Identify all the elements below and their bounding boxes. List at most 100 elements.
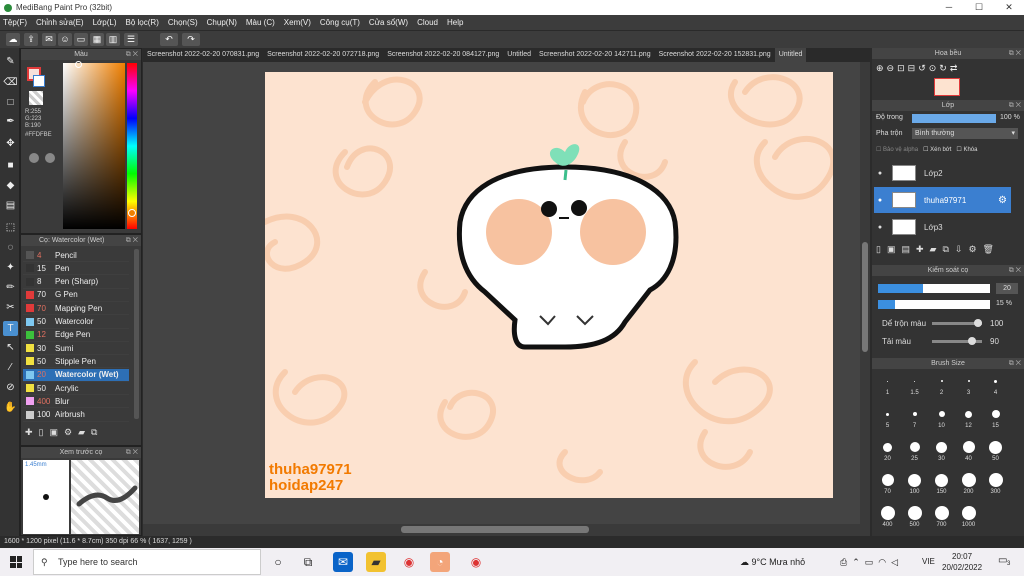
gradient-tool-icon[interactable]: ▤ xyxy=(3,198,18,213)
panel-menu-icon[interactable]: ⧉ ✕ xyxy=(126,447,138,458)
document-tab[interactable]: Screenshot 2022-02-20 084127.png xyxy=(383,48,503,62)
vertical-scrollbar[interactable] xyxy=(860,62,870,536)
new-halftone-layer-icon[interactable]: ▣ xyxy=(887,244,896,255)
divide-tool-icon[interactable]: ⁄ xyxy=(3,360,18,375)
task-view-icon[interactable]: ⧉ xyxy=(298,552,318,572)
layer-settings-icon[interactable]: ⚙ xyxy=(968,244,976,255)
brush-type-icon[interactable]: ▣ xyxy=(50,427,59,438)
brush-size-preset[interactable]: 300 xyxy=(982,468,1009,495)
menu-tools[interactable]: Công cụ(T) xyxy=(320,18,360,27)
duplicate-layer-icon[interactable]: ⧉ xyxy=(942,244,948,255)
brush-list-item[interactable]: 30 Sumi xyxy=(23,342,129,356)
comment-icon[interactable]: ✉ xyxy=(42,33,56,46)
protect-alpha-checkbox[interactable]: ☐ Bảo vệ alpha xyxy=(876,146,918,153)
brush-list-item[interactable]: 50 Watercolor xyxy=(23,316,129,329)
page-icon[interactable]: ▭ xyxy=(74,33,88,46)
document-tab[interactable]: Screenshot 2022-02-20 072718.png xyxy=(263,48,383,62)
layer-row[interactable]: ● Lớp2 xyxy=(874,160,1011,186)
brush-list-item[interactable]: 4 Pencil xyxy=(23,249,129,262)
new-brush-icon[interactable]: ▯ xyxy=(39,427,44,438)
slider-knob[interactable] xyxy=(974,319,982,327)
panel-menu-icon[interactable]: ⧉ ✕ xyxy=(126,49,138,60)
tray-chevron-icon[interactable]: ⌃ xyxy=(852,557,860,568)
brush-list-item[interactable]: 70 G Pen xyxy=(23,289,129,302)
chat-icon[interactable]: ☺ xyxy=(58,33,72,46)
panel-menu-icon[interactable]: ⧉ ✕ xyxy=(1009,100,1021,111)
shape-tool-icon[interactable]: ■ xyxy=(3,158,18,173)
cortana-icon[interactable]: ○ xyxy=(268,552,288,572)
clock[interactable]: 20:07 20/02/2022 xyxy=(942,551,982,573)
brush-size-preset[interactable]: 20 xyxy=(874,435,901,462)
add-layer-menu-icon[interactable]: ✚ xyxy=(916,244,924,255)
document-tab[interactable]: Untitled xyxy=(503,48,535,62)
windows-start-icon[interactable] xyxy=(10,556,22,568)
brush-size-preset[interactable]: 3 xyxy=(955,369,982,396)
brush-size-preset[interactable]: 30 xyxy=(928,435,955,462)
actual-size-icon[interactable]: ⊟ xyxy=(908,63,916,74)
brush-size-preset[interactable]: 15 xyxy=(982,402,1009,429)
brush-list-item[interactable]: 70 Mapping Pen xyxy=(23,302,129,316)
text-tool-icon[interactable]: T xyxy=(3,321,18,336)
file-explorer-icon[interactable]: ▰ xyxy=(366,552,386,572)
drawing-canvas[interactable]: thuha97971 hoidap247 xyxy=(265,72,833,498)
brush-size-value[interactable]: 20 xyxy=(996,283,1018,294)
snap-grid-icon[interactable]: ▥ xyxy=(106,33,120,46)
flip-icon[interactable]: ⇄ xyxy=(950,63,958,74)
eyedropper-icon[interactable]: ⊘ xyxy=(3,380,18,395)
new-8bit-layer-icon[interactable]: ▤ xyxy=(901,244,910,255)
brush-size-preset[interactable]: 50 xyxy=(982,435,1009,462)
brush-settings-icon[interactable]: ⚙ xyxy=(64,427,72,438)
zoom-in-icon[interactable]: ⊕ xyxy=(876,63,884,74)
feedback-icon[interactable]: ⎙ xyxy=(840,557,847,568)
upload-icon[interactable]: ⇪ xyxy=(24,33,38,46)
brush-list-item[interactable]: 400 Blur xyxy=(23,395,129,409)
clip-checkbox[interactable]: ☐ Xén bớt xyxy=(923,146,951,153)
brush-list-item[interactable]: 8 Pen (Sharp) xyxy=(23,276,129,289)
brush-folder-icon[interactable]: ▰ xyxy=(78,427,85,438)
magic-wand-icon[interactable]: ✦ xyxy=(3,260,18,275)
brush-tool-icon[interactable]: ✎ xyxy=(3,54,18,69)
layer-row[interactable]: ● Lớp3 xyxy=(874,214,1011,240)
brush-size-preset[interactable]: 7 xyxy=(901,402,928,429)
panel-menu-icon[interactable]: ⧉ ✕ xyxy=(1009,358,1021,369)
weather-widget[interactable]: ☁ 9°C Mưa nhỏ xyxy=(740,557,805,568)
layer-row[interactable]: ● thuha97971 ⚙ xyxy=(874,187,1011,213)
language-indicator[interactable]: VIE xyxy=(922,557,935,566)
visibility-icon[interactable]: ● xyxy=(874,170,886,177)
document-tab[interactable]: Screenshot 2022-02-20 142711.png xyxy=(535,48,655,62)
pen-tool-icon[interactable]: ✒ xyxy=(3,114,18,129)
minimize-button[interactable]: ─ xyxy=(934,0,964,15)
rotate-left-icon[interactable]: ↺ xyxy=(918,63,926,74)
select-tool-icon[interactable]: ⬚ xyxy=(3,220,18,235)
brush-list-item[interactable]: 50 Acrylic xyxy=(23,382,129,395)
brush-size-preset[interactable]: 200 xyxy=(955,468,982,495)
hue-slider[interactable] xyxy=(127,63,137,229)
close-button[interactable]: ✕ xyxy=(994,0,1024,15)
brush-list-item[interactable]: 20 Watercolor (Wet) xyxy=(23,368,129,382)
brush-size-preset[interactable]: 500 xyxy=(901,501,928,528)
network-icon[interactable]: ▭ xyxy=(865,557,874,568)
blend-mode-select[interactable]: Bình thường ▾ xyxy=(912,128,1018,139)
new-layer-icon[interactable]: ▯ xyxy=(876,244,881,255)
canvas-area[interactable]: thuha97971 hoidap247 xyxy=(143,62,870,536)
brush-size-preset[interactable]: 700 xyxy=(928,501,955,528)
menu-view[interactable]: Xem(V) xyxy=(284,18,311,27)
menu-filter[interactable]: Bộ lọc(R) xyxy=(126,18,159,27)
panel-menu-icon[interactable]: ⧉ ✕ xyxy=(1009,48,1021,59)
notification-icon[interactable]: ▭ 3 xyxy=(998,555,1010,567)
volume-icon[interactable]: ◁ xyxy=(891,557,898,568)
reset-icon[interactable]: ⊙ xyxy=(929,63,937,74)
panel-menu-icon[interactable]: ⧉ ✕ xyxy=(1009,265,1021,276)
menu-snap[interactable]: Chụp(N) xyxy=(207,18,237,27)
brush-list-item[interactable]: 50 Stipple Pen xyxy=(23,355,129,369)
brush-size-preset[interactable]: 1.5 xyxy=(901,369,928,396)
secondary-color-swatch[interactable] xyxy=(33,75,45,87)
paint-load-slider[interactable] xyxy=(932,337,982,345)
brush-size-preset[interactable]: 4 xyxy=(982,369,1009,396)
brush-size-preset[interactable]: 1 xyxy=(874,369,901,396)
horizontal-scrollbar[interactable] xyxy=(143,524,860,536)
brush-size-preset[interactable]: 100 xyxy=(901,468,928,495)
brush-size-preset[interactable]: 150 xyxy=(928,468,955,495)
blend-color-slider[interactable] xyxy=(932,319,982,327)
maximize-button[interactable]: ☐ xyxy=(964,0,994,15)
